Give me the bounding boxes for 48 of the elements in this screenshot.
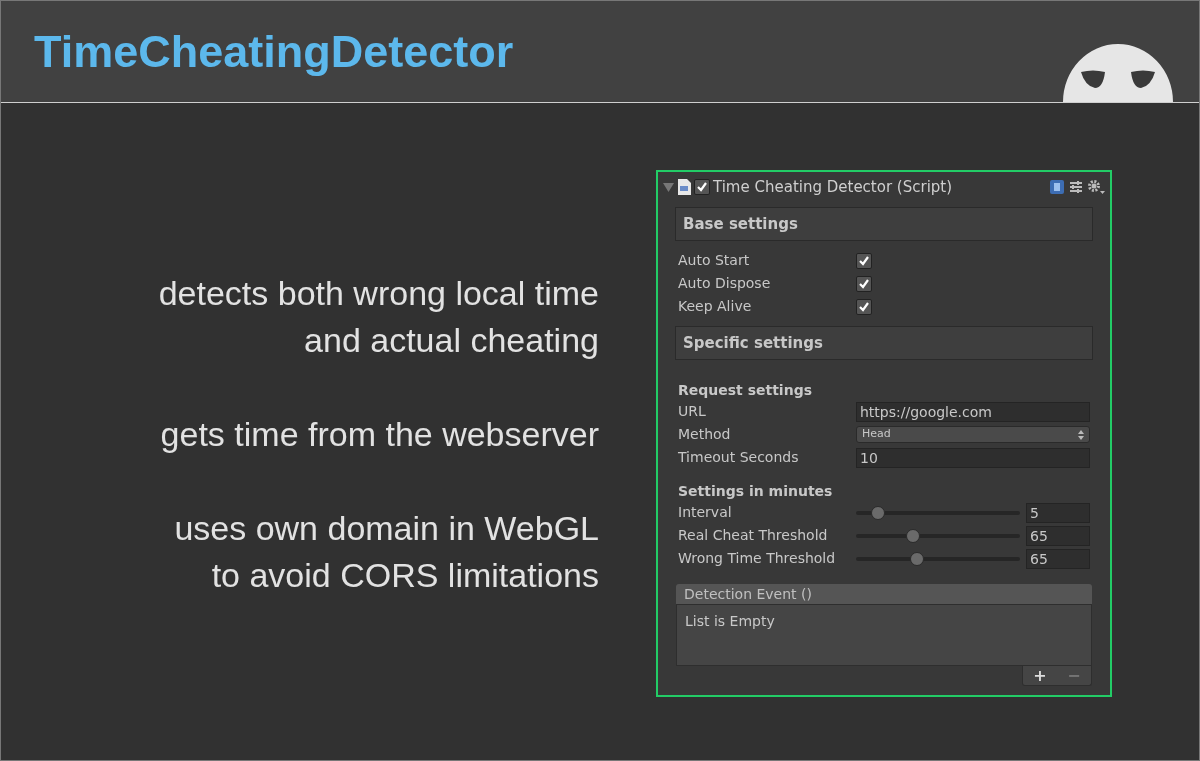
checkmark-icon	[858, 277, 870, 290]
slider[interactable]	[856, 505, 1020, 520]
group-heading: Settings in minutes	[677, 482, 834, 501]
slider-thumb[interactable]	[871, 505, 885, 520]
enable-checkbox[interactable]	[694, 179, 710, 195]
empty-list-text: List is Empty	[685, 613, 775, 629]
text-field[interactable]: https://google.com	[856, 401, 1090, 422]
field-label: Interval	[678, 503, 733, 522]
field-label: Keep Alive	[678, 297, 753, 316]
feature-text: detects both wrong local time	[158, 273, 599, 314]
slider[interactable]	[856, 551, 1020, 566]
field-label: URL	[678, 402, 707, 421]
feature-text: to avoid CORS limitations	[211, 555, 599, 596]
field-label: Auto Dispose	[678, 274, 772, 293]
slider-thumb[interactable]	[910, 551, 924, 566]
field-label: Auto Start	[678, 251, 751, 270]
page-title: TimeCheatingDetector	[34, 24, 514, 79]
field-label: Timeout Seconds	[678, 448, 800, 467]
group-heading: Request settings	[677, 381, 813, 400]
feature-text: uses own domain in WebGL	[174, 508, 599, 549]
checkmark-icon	[858, 300, 870, 313]
section-header: Specific settings	[675, 326, 1093, 360]
field-label: Method	[678, 425, 732, 444]
updown-arrow-icon	[1078, 429, 1084, 440]
feature-text: and actual cheating	[304, 320, 599, 361]
checkbox[interactable]	[856, 252, 872, 269]
number-field[interactable]: 65	[1026, 548, 1090, 569]
dropdown[interactable]: Head	[856, 426, 1090, 443]
expand-triangle-icon[interactable]	[663, 182, 674, 192]
feature-text: gets time from the webserver	[160, 414, 599, 455]
number-field[interactable]: 65	[1026, 525, 1090, 546]
text-field[interactable]: 10	[856, 447, 1090, 468]
section-header: Base settings	[675, 207, 1093, 241]
event-header: Detection Event ()	[676, 584, 1092, 604]
add-button[interactable]: +	[1033, 667, 1047, 684]
slider[interactable]	[856, 528, 1020, 543]
checkmark-icon	[858, 254, 870, 267]
checkbox[interactable]	[856, 275, 872, 292]
checkmark-icon	[696, 181, 708, 193]
slider-thumb[interactable]	[905, 528, 920, 543]
field-label: Real Cheat Threshold	[678, 526, 829, 545]
checkbox[interactable]	[856, 298, 872, 315]
number-field[interactable]: 5	[1026, 502, 1090, 523]
settings-icon[interactable]	[1087, 179, 1105, 195]
sliders-icon[interactable]	[1068, 179, 1084, 195]
component-title: Time Cheating Detector (Script)	[713, 176, 953, 198]
script-file-icon	[677, 179, 691, 195]
field-label: Wrong Time Threshold	[678, 549, 837, 568]
